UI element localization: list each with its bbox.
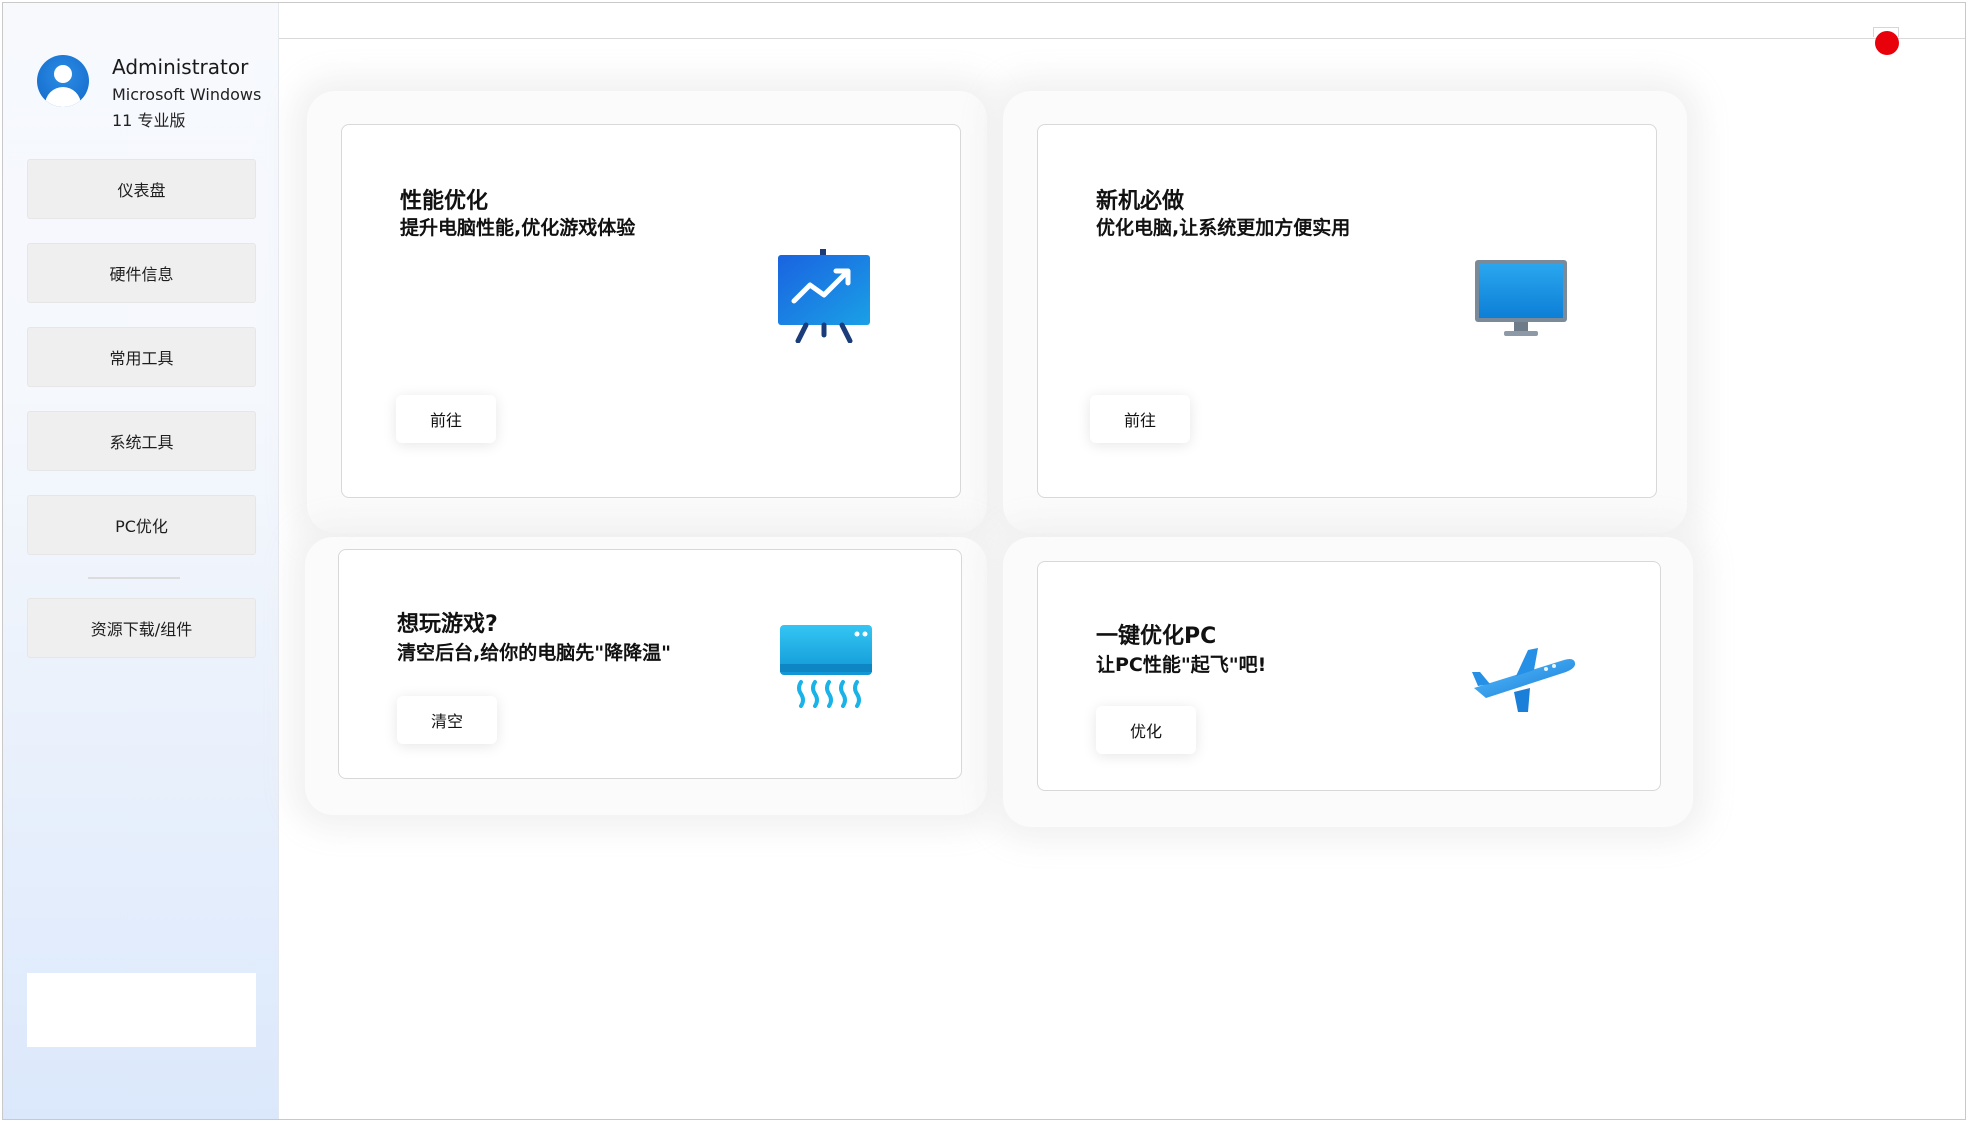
performance-go-button[interactable]: 前往 — [396, 395, 496, 443]
card-title: 新机必做 — [1096, 189, 1185, 214]
sidebar-item-label: 系统工具 — [109, 433, 174, 452]
card-subtitle: 清空后台,给你的电脑先"降降温" — [397, 642, 672, 664]
user-avatar-icon — [37, 55, 89, 107]
sidebar-bottom-panel — [27, 973, 256, 1047]
user-info: Administrator Microsoft Windows 11 专业版 — [37, 51, 277, 131]
sidebar-item-label: 硬件信息 — [109, 265, 174, 284]
card-title: 一键优化PC — [1096, 624, 1217, 649]
card-performance: 性能优化 提升电脑性能,优化游戏体验 前往 — [341, 124, 961, 498]
sidebar-item-resource-download[interactable]: 资源下载/组件 — [27, 598, 256, 658]
airplane-icon — [1472, 648, 1576, 712]
sidebar-item-label: 资源下载/组件 — [90, 620, 193, 639]
gaming-clear-button[interactable]: 清空 — [397, 696, 497, 744]
sidebar-item-label: 仪表盘 — [117, 181, 166, 200]
sidebar-item-label: PC优化 — [115, 517, 168, 536]
button-label: 前往 — [429, 411, 462, 430]
sidebar-item-pc-optimize[interactable]: PC优化 — [27, 495, 256, 555]
sidebar-item-hardware-info[interactable]: 硬件信息 — [27, 243, 256, 303]
sidebar-item-dashboard[interactable]: 仪表盘 — [27, 159, 256, 219]
card-subtitle: 让PC性能"起飞"吧! — [1096, 654, 1267, 676]
user-name: Administrator — [112, 55, 249, 79]
card-title: 想玩游戏? — [397, 612, 498, 637]
card-new-pc: 新机必做 优化电脑,让系统更加方便实用 前往 — [1037, 124, 1657, 498]
monitor-icon — [1475, 260, 1567, 336]
card-title: 性能优化 — [400, 189, 489, 214]
card-gaming: 想玩游戏? 清空后台,给你的电脑先"降降温" 清空 — [338, 549, 962, 779]
sidebar-item-common-tools[interactable]: 常用工具 — [27, 327, 256, 387]
button-label: 优化 — [1129, 722, 1162, 741]
os-name: Microsoft Windows — [112, 85, 262, 104]
title-bar — [279, 3, 1965, 39]
new-pc-go-button[interactable]: 前往 — [1090, 395, 1190, 443]
button-label: 前往 — [1123, 411, 1156, 430]
presentation-chart-icon — [778, 249, 870, 343]
card-subtitle: 优化电脑,让系统更加方便实用 — [1096, 217, 1351, 239]
os-edition: 11 专业版 — [112, 111, 186, 130]
air-conditioner-icon — [780, 625, 872, 708]
sidebar-divider — [88, 577, 180, 579]
card-one-click-optimize: 一键优化PC 让PC性能"起飞"吧! 优化 — [1037, 561, 1661, 791]
sidebar-item-system-tools[interactable]: 系统工具 — [27, 411, 256, 471]
button-label: 清空 — [430, 712, 463, 731]
card-subtitle: 提升电脑性能,优化游戏体验 — [400, 217, 636, 239]
close-button[interactable] — [1875, 31, 1899, 55]
sidebar: Administrator Microsoft Windows 11 专业版 仪… — [3, 3, 279, 1119]
sidebar-item-label: 常用工具 — [109, 349, 174, 368]
app-window: Administrator Microsoft Windows 11 专业版 仪… — [2, 2, 1966, 1120]
one-click-optimize-button[interactable]: 优化 — [1096, 706, 1196, 754]
